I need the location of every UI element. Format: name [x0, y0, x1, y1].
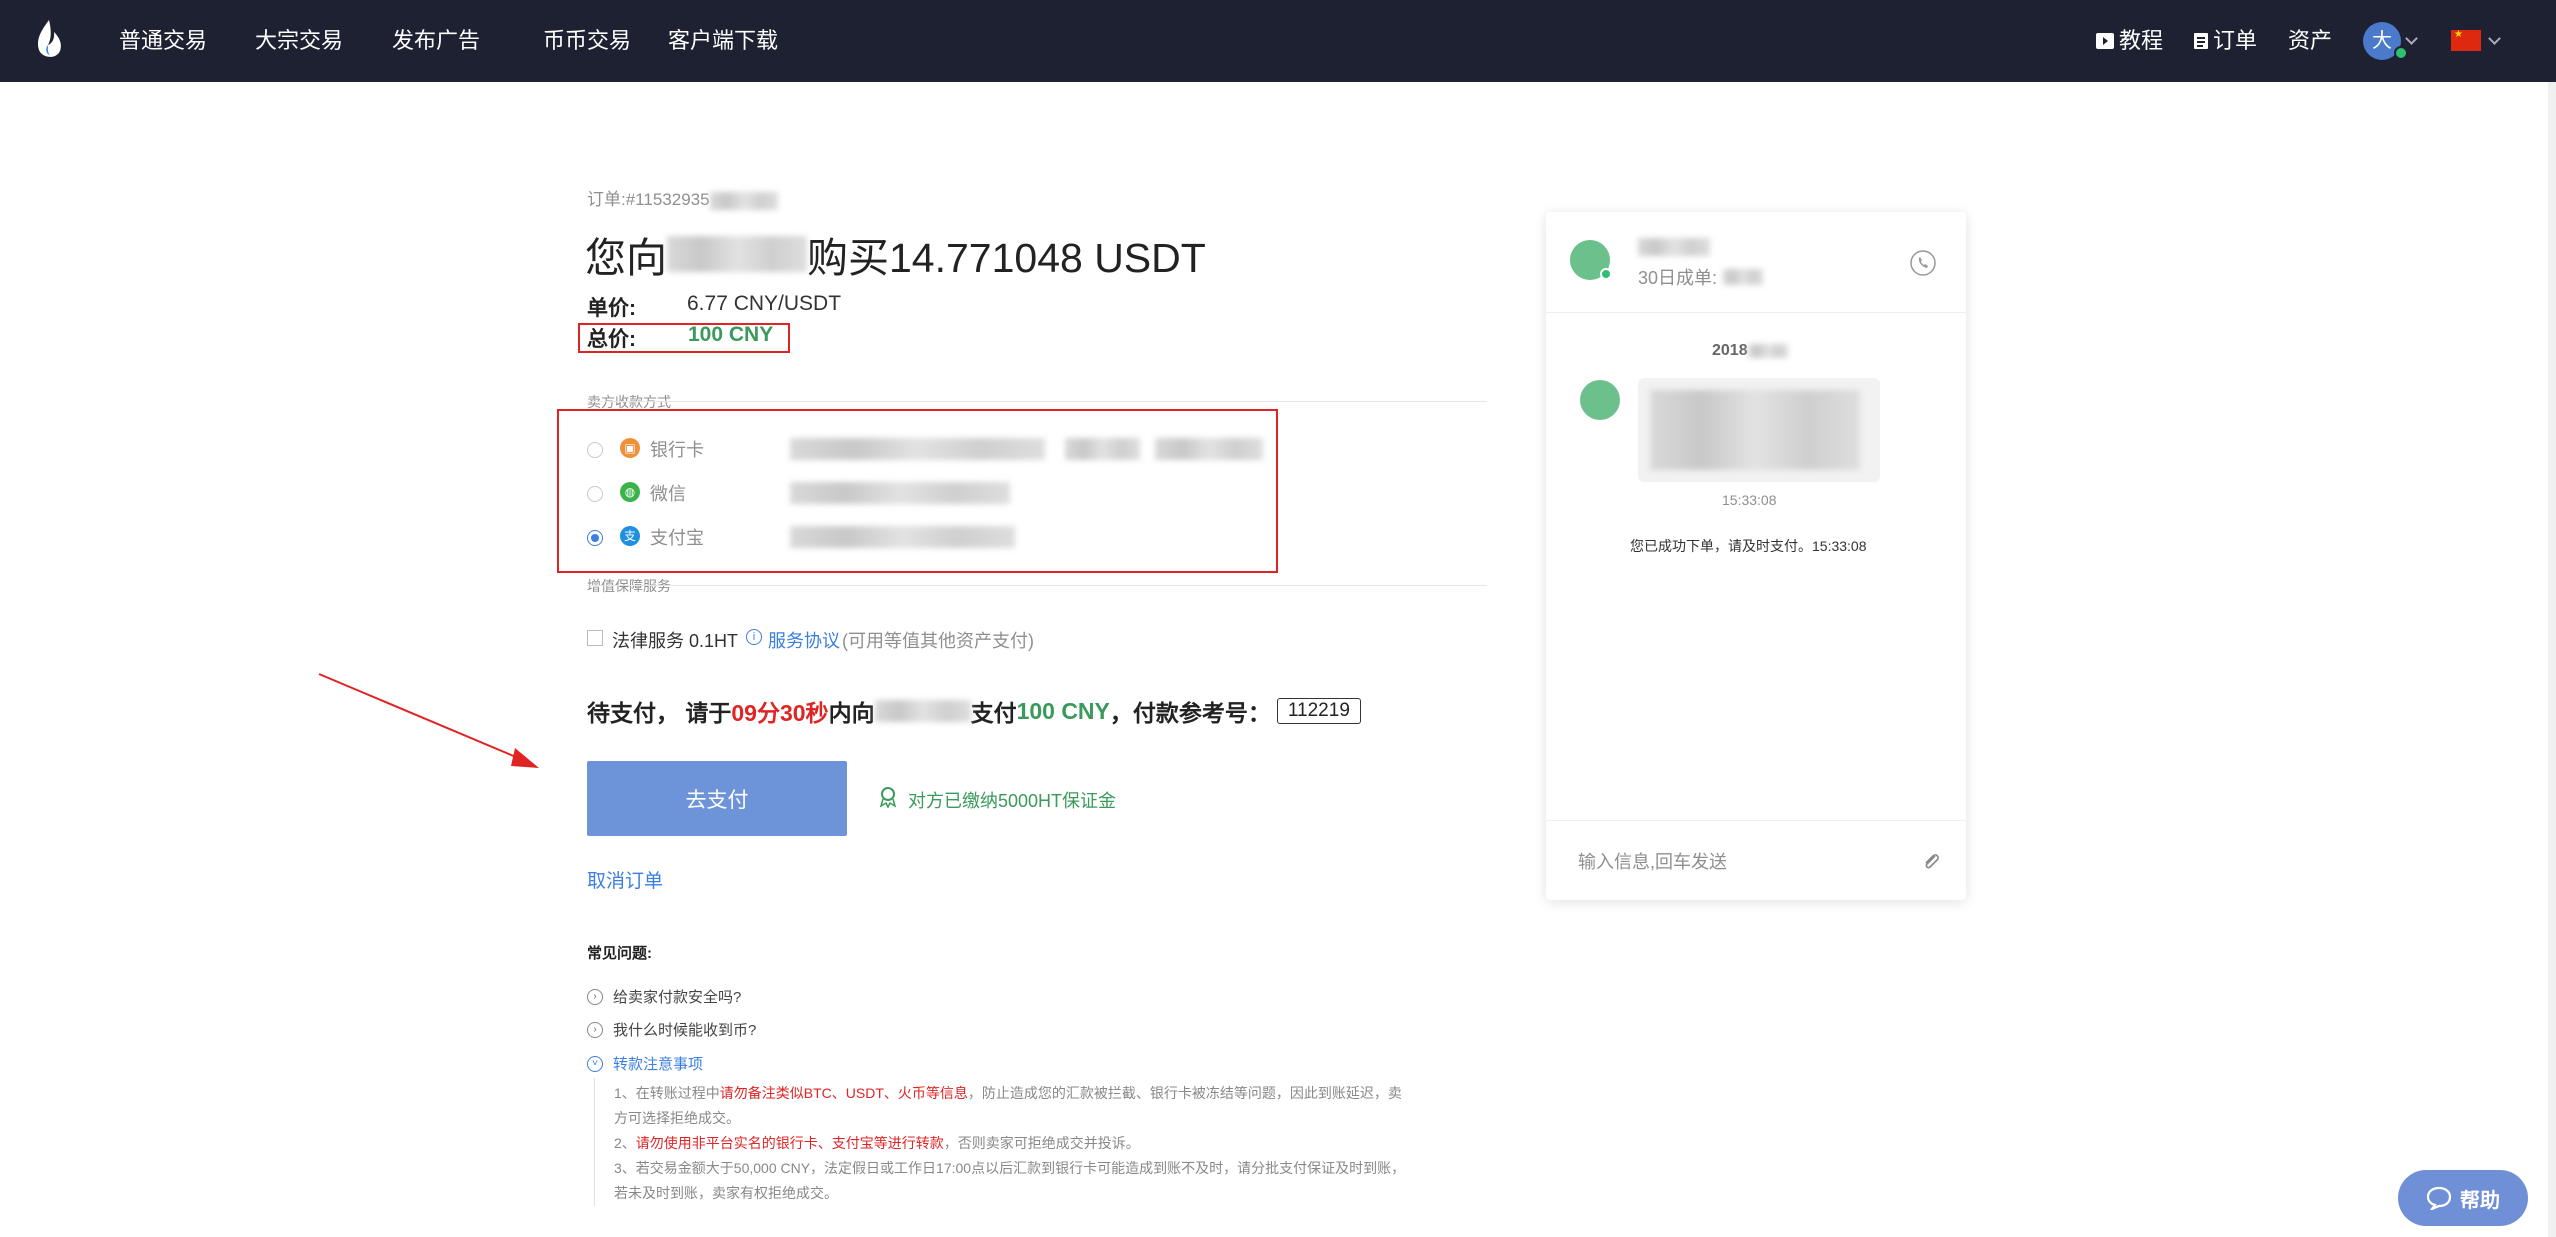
order-number: 订单:#11532935	[587, 185, 778, 210]
reference-label: ，付款参考号：	[1109, 700, 1271, 726]
nav-assets[interactable]: 资产	[2288, 26, 2332, 56]
chevron-down-icon[interactable]	[2488, 32, 2501, 45]
attachment-icon[interactable]	[1920, 850, 1942, 872]
redacted-count	[1723, 269, 1764, 285]
redacted-seller-name	[874, 700, 971, 722]
faq-question: 我什么时候能收到币?	[613, 1022, 757, 1039]
countdown-timer: 09分30秒	[731, 700, 829, 726]
faq-item-expanded[interactable]: ˅ 转款注意事项	[587, 1053, 703, 1074]
chevron-right-icon: ›	[587, 1021, 603, 1038]
chat-date-text: 2018	[1712, 342, 1748, 359]
divider	[587, 401, 1487, 402]
highlight-box	[557, 409, 1278, 573]
divider	[587, 585, 1487, 586]
faq-answer-line: 方可选择拒绝成交。	[614, 1110, 740, 1126]
divider	[1546, 820, 1966, 821]
online-status-dot	[2394, 46, 2408, 60]
chat-bubble-icon	[2426, 1186, 2452, 1210]
redacted-message	[1650, 390, 1860, 470]
help-button[interactable]: 帮助	[2398, 1170, 2528, 1226]
faq-question: 转款注意事项	[613, 1056, 704, 1073]
message-time: 15:33:08	[1722, 492, 1777, 508]
faq-answer-line: 若未及时到账，卖家有权拒绝成交。	[614, 1185, 838, 1201]
seller-stats: 30日成单:	[1638, 264, 1764, 290]
redacted-seller-name	[667, 236, 807, 272]
highlight-box	[578, 323, 790, 353]
faq-title: 常见问题:	[587, 945, 652, 962]
nav-coin-trade[interactable]: 币币交易	[543, 26, 631, 56]
chevron-down-icon[interactable]	[2405, 32, 2418, 45]
service-agreement-link[interactable]: 服务协议	[768, 627, 840, 653]
chevron-down-icon: ˅	[587, 1055, 603, 1072]
deposit-note: 对方已缴纳5000HT保证金	[908, 791, 1117, 811]
redacted-seller-name	[1638, 238, 1710, 256]
order-number-label: 订单:#11532935	[587, 190, 710, 209]
system-message: 您已成功下单，请及时支付。15:33:08	[1630, 538, 1867, 554]
unit-price-label: 单价:	[587, 297, 636, 320]
pending-amount: 100 CNY	[1016, 697, 1110, 724]
nav-tutorial-label: 教程	[2119, 28, 2164, 53]
title-suffix: 购买14.771048 USDT	[807, 235, 1206, 281]
faq-warning: 请勿备注类似BTC、USDT、火币等信息	[719, 1085, 968, 1101]
faq-answer-line: 3、若交易金额大于50,000 CNY，法定假日或工作日17:00点以后汇款到银…	[614, 1160, 1406, 1176]
chevron-right-icon: ›	[587, 988, 603, 1005]
china-flag-icon[interactable]	[2451, 29, 2481, 51]
page-title: 您向 购买14.771048 USDT	[585, 224, 1206, 284]
reference-code: 112219	[1276, 698, 1361, 724]
faq-warning: 请勿使用非平台实名的银行卡、支付宝等进行转款	[635, 1135, 944, 1151]
faq-text: 2、	[614, 1135, 636, 1151]
faq-answer-line: 1、在转账过程中请勿备注类似BTC、USDT、火币等信息，防止造成您的汇款被拦截…	[614, 1081, 1402, 1105]
info-icon: i	[746, 629, 762, 645]
seller-avatar	[1580, 380, 1620, 420]
service-note: (可用等值其他资产支付)	[842, 631, 1034, 651]
faq-text: 1、在转账过程中	[614, 1085, 720, 1101]
chat-panel: 30日成单: 2018 15:33:08 您已成功下单，请及时支付。15:33:…	[1546, 212, 1966, 900]
chat-input[interactable]: 输入信息,回车发送	[1578, 848, 1727, 874]
cancel-order-link[interactable]: 取消订单	[587, 866, 663, 893]
redacted-date	[1747, 344, 1788, 358]
top-navbar: 普通交易 大宗交易 发布广告 币币交易 客户端下载 教程 订单 资产 大	[0, 0, 2556, 82]
unit-price-value: 6.77 CNY/USDT	[687, 292, 842, 315]
nav-bulk-trade[interactable]: 大宗交易	[255, 26, 343, 56]
legal-service-checkbox[interactable]	[587, 630, 603, 646]
divider	[1546, 312, 1966, 313]
pending-pay: 支付	[970, 700, 1017, 726]
faq-text: ，防止造成您的汇款被拦截、银行卡被冻结等问题，因此到账延迟，卖	[967, 1085, 1402, 1101]
faq-text: ，否则卖家可拒绝成交并投诉。	[943, 1135, 1140, 1151]
nav-orders-label: 订单	[2213, 28, 2258, 53]
page-scrollbar[interactable]	[2548, 82, 2556, 1237]
redacted-text	[709, 191, 778, 210]
pending-mid: 内向	[828, 700, 875, 726]
annotation-arrow-icon	[318, 673, 539, 768]
title-prefix: 您向	[585, 235, 667, 281]
online-status-dot	[1600, 268, 1612, 280]
pay-button[interactable]: 去支付	[587, 761, 847, 836]
legal-service-label: 法律服务 0.1HT	[612, 631, 739, 651]
play-icon	[2096, 33, 2114, 49]
chat-date: 2018	[1712, 342, 1788, 360]
orders-30d-label: 30日成单:	[1638, 268, 1718, 288]
chat-message-bubble	[1638, 378, 1880, 482]
badge-icon	[879, 787, 897, 808]
pending-prefix: 待支付， 请于	[587, 700, 732, 726]
nav-normal-trade[interactable]: 普通交易	[119, 26, 207, 56]
faq-question: 给卖家付款安全吗?	[613, 989, 742, 1006]
huobi-logo-icon[interactable]	[34, 18, 64, 62]
nav-client-download[interactable]: 客户端下载	[668, 26, 778, 56]
service-section-label: 增值保障服务	[587, 578, 671, 594]
nav-post-ad[interactable]: 发布广告	[392, 26, 480, 56]
phone-icon[interactable]	[1910, 250, 1936, 276]
faq-answer-border	[594, 1078, 595, 1206]
pending-payment-line: 待支付， 请于 09分30秒 内向 支付 100 CNY ，付款参考号： 112…	[587, 694, 1361, 728]
nav-orders[interactable]: 订单	[2193, 26, 2257, 56]
nav-tutorial[interactable]: 教程	[2095, 26, 2163, 56]
help-label: 帮助	[2460, 1189, 2500, 1212]
faq-item[interactable]: › 我什么时候能收到币?	[587, 1019, 756, 1040]
faq-item[interactable]: › 给卖家付款安全吗?	[587, 986, 741, 1007]
faq-answer-line: 2、请勿使用非平台实名的银行卡、支付宝等进行转款，否则卖家可拒绝成交并投诉。	[614, 1131, 1140, 1155]
document-icon	[2194, 33, 2208, 49]
